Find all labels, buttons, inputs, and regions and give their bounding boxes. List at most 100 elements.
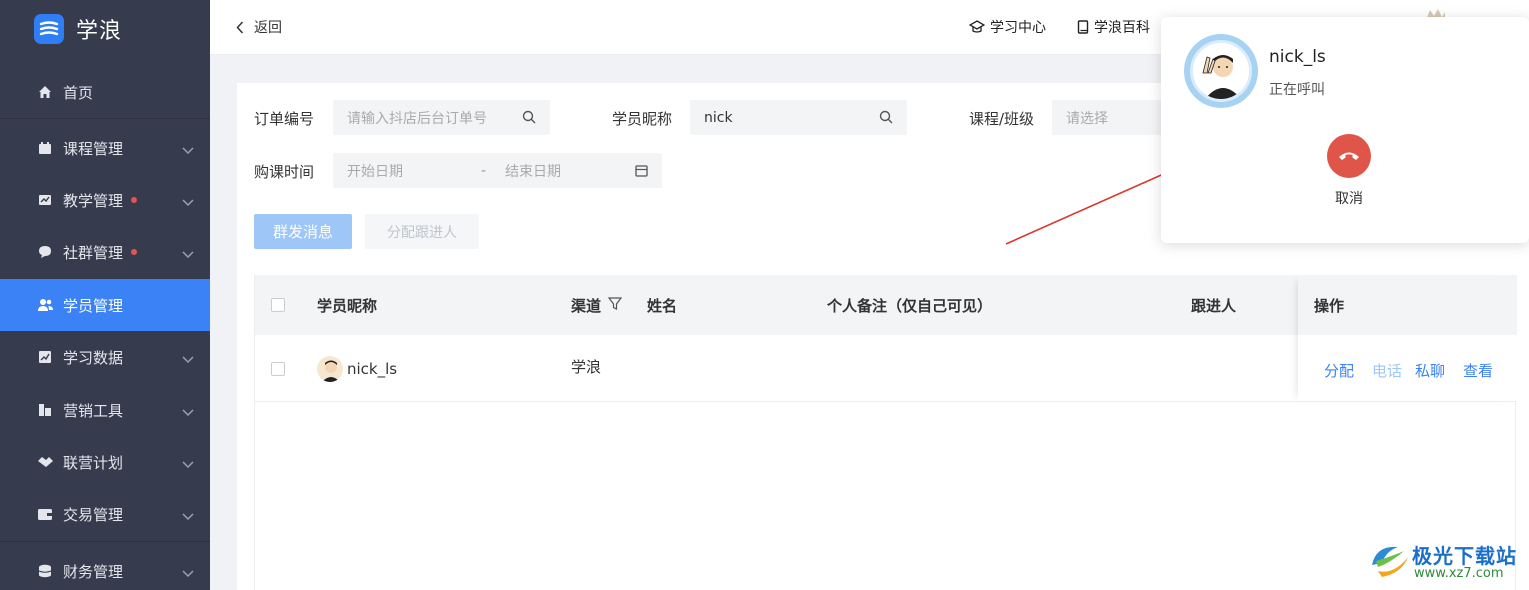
graduation-cap-icon	[969, 20, 985, 33]
caller-avatar	[1184, 34, 1258, 108]
brand-name: 学浪	[76, 19, 123, 44]
caller-name: nick_ls	[1269, 47, 1326, 67]
back-label: 返回	[254, 20, 282, 36]
order-no-placeholder: 请输入抖店后台订单号	[347, 110, 487, 127]
handshake-icon	[37, 454, 53, 470]
watermark-text: 极光下载站	[1412, 544, 1517, 568]
chevron-down-icon	[182, 141, 194, 159]
sidebar-item-home[interactable]: 首页	[0, 66, 210, 118]
sidebar-item-students[interactable]: 学员管理	[0, 279, 210, 331]
sidebar-item-marketing[interactable]: 营销工具	[0, 384, 210, 436]
end-date-placeholder[interactable]: 结束日期	[505, 161, 561, 181]
watermark-url: www.xz7.com	[1414, 566, 1504, 581]
broadcast-message-button[interactable]: 群发消息	[254, 214, 352, 249]
assign-link[interactable]: 分配	[1324, 360, 1354, 381]
notification-dot	[131, 249, 138, 255]
call-popup: nick_ls 正在呼叫 取消	[1161, 17, 1529, 243]
sidebar-item-community[interactable]: 社群管理	[0, 226, 210, 278]
row-checkbox[interactable]	[271, 362, 285, 376]
divider	[0, 541, 210, 542]
select-all-checkbox[interactable]	[271, 298, 285, 312]
order-no-input[interactable]: 请输入抖店后台订单号	[333, 100, 550, 135]
sidebar-item-finance[interactable]: 财务管理	[0, 545, 210, 590]
book-icon	[1077, 20, 1089, 34]
watermark-logo-icon	[1372, 546, 1408, 577]
students-icon	[37, 297, 53, 313]
course-select[interactable]: 请选择	[1052, 100, 1172, 135]
study-center-link[interactable]: 学习中心	[969, 17, 1046, 37]
study-center-label: 学习中心	[990, 20, 1046, 36]
coins-icon	[37, 563, 53, 579]
date-separator: -	[481, 162, 487, 179]
view-link[interactable]: 查看	[1463, 360, 1493, 381]
chart-icon	[37, 349, 53, 365]
logo[interactable]: 学浪	[0, 0, 210, 58]
purchase-time-label: 购课时间	[254, 163, 315, 181]
brand-logo-icon	[34, 14, 64, 44]
start-date-placeholder[interactable]: 开始日期	[347, 161, 403, 181]
sidebar-item-label: 学习数据	[63, 348, 124, 367]
cancel-label[interactable]: 取消	[1335, 188, 1363, 208]
notification-dot	[131, 197, 138, 203]
course-icon	[37, 140, 53, 156]
sidebar-item-label: 学员管理	[63, 296, 124, 315]
avatar	[317, 356, 343, 382]
watermark: 极光下载站 www.xz7.com	[1368, 535, 1523, 585]
sidebar-item-teaching[interactable]: 教学管理	[0, 174, 210, 226]
nickname-value: nick	[704, 109, 733, 126]
row-nickname[interactable]: nick_ls	[347, 360, 397, 378]
call-status: 正在呼叫	[1269, 82, 1325, 98]
sidebar-item-label: 交易管理	[63, 505, 124, 524]
row-channel: 学浪	[571, 358, 602, 376]
sidebar-item-label: 财务管理	[63, 562, 124, 581]
operations-column: 操作 分配 电话 私聊 查看	[1298, 275, 1517, 402]
sidebar: 学浪 首页 课程管理 教学管理 社群管理 学员管理 学习数据 营销工具 联营计划	[0, 0, 210, 590]
header-nickname: 学员昵称	[317, 297, 378, 315]
sidebar-item-label: 社群管理	[63, 243, 124, 262]
date-range-picker[interactable]: 开始日期 - 结束日期	[333, 153, 662, 188]
hangup-button[interactable]	[1327, 134, 1371, 178]
student-table: 学员昵称 渠道 姓名 个人备注（仅自己可见） 跟进人 nick_ls 学浪 操作…	[254, 275, 1517, 590]
sidebar-item-label: 首页	[63, 83, 94, 102]
community-icon	[37, 244, 53, 260]
header-follower: 跟进人	[1191, 297, 1237, 315]
back-button[interactable]: 返回	[236, 17, 282, 37]
sidebar-item-trade[interactable]: 交易管理	[0, 488, 210, 540]
nickname-label: 学员昵称	[612, 110, 673, 128]
wallet-icon	[37, 506, 53, 522]
chevron-left-icon	[236, 20, 244, 34]
chevron-down-icon	[182, 507, 194, 525]
calendar-icon	[635, 164, 648, 181]
course-label: 课程/班级	[969, 110, 1035, 128]
sidebar-item-course[interactable]: 课程管理	[0, 122, 210, 174]
header-note: 个人备注（仅自己可见）	[827, 297, 993, 315]
order-no-label: 订单编号	[254, 110, 315, 128]
chat-link[interactable]: 私聊	[1415, 360, 1445, 381]
chevron-down-icon	[182, 455, 194, 473]
search-icon	[522, 110, 536, 128]
encyclopedia-label: 学浪百科	[1094, 20, 1150, 36]
filter-icon[interactable]	[607, 297, 623, 315]
encyclopedia-link[interactable]: 学浪百科	[1077, 17, 1150, 37]
chevron-down-icon	[182, 350, 194, 368]
operations-header: 操作	[1298, 275, 1517, 335]
nickname-input[interactable]: nick	[690, 100, 907, 135]
header-ops: 操作	[1314, 297, 1345, 315]
call-link[interactable]: 电话	[1372, 360, 1402, 381]
home-icon	[37, 84, 53, 100]
chevron-down-icon	[182, 193, 194, 211]
sidebar-item-label: 联营计划	[63, 453, 124, 472]
course-placeholder: 请选择	[1066, 110, 1108, 127]
teaching-icon	[37, 192, 53, 208]
chevron-down-icon	[182, 403, 194, 421]
divider	[0, 118, 210, 119]
sidebar-item-study-data[interactable]: 学习数据	[0, 331, 210, 383]
marketing-icon	[37, 402, 53, 418]
search-icon	[879, 110, 893, 128]
sidebar-item-alliance[interactable]: 联营计划	[0, 436, 210, 488]
header-channel: 渠道	[571, 297, 602, 315]
assign-follower-button[interactable]: 分配跟进人	[365, 214, 479, 249]
sidebar-item-label: 教学管理	[63, 191, 124, 210]
sidebar-item-label: 课程管理	[63, 139, 124, 158]
phone-hangup-icon	[1339, 152, 1359, 160]
